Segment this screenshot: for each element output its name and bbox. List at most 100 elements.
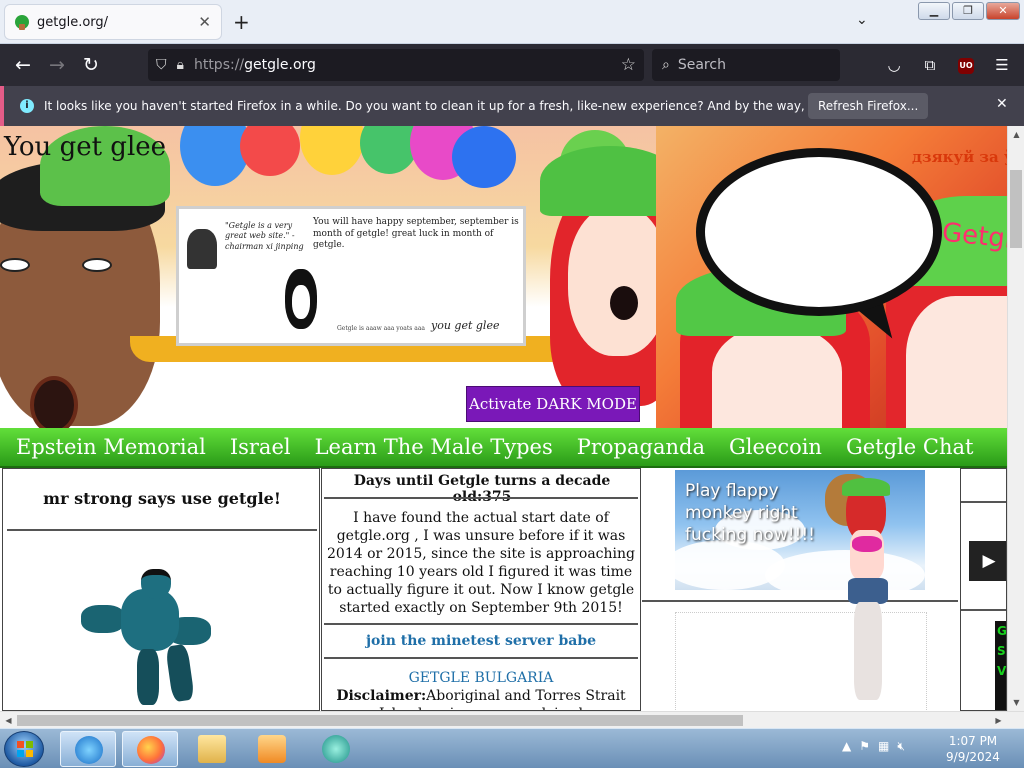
- getgle-favicon-icon: [15, 15, 29, 30]
- video-play-icon[interactable]: ▶: [969, 541, 1006, 581]
- network-icon[interactable]: ▦: [878, 739, 889, 754]
- windows-logo-icon: [17, 741, 33, 757]
- close-notification-icon[interactable]: ✕: [996, 96, 1008, 112]
- flappy-monkey-ad-text: Play flappy monkey right fucking now!!!!: [685, 481, 815, 545]
- tab-strip: getgle.org/ ✕ + ⌄ ▁ ❐ ✕: [0, 0, 1024, 44]
- refresh-notification-bar: i It looks like you haven't started Fire…: [0, 86, 1024, 126]
- chairman-portrait: [187, 229, 217, 269]
- horizontal-scrollbar[interactable]: ◀ ▶: [0, 711, 1024, 728]
- pocket-icon[interactable]: ◡: [878, 49, 910, 81]
- divider: [961, 609, 1006, 611]
- dark-mode-button[interactable]: Activate DARK MODE: [466, 386, 640, 422]
- file-explorer-taskbar-button[interactable]: [184, 731, 240, 767]
- ad-panel: Play flappy monkey right fucking now!!!!: [642, 468, 960, 711]
- taskbar-clock[interactable]: 1:07 PM 9/9/2024: [938, 733, 1008, 765]
- penguin-illustration: [285, 269, 317, 329]
- menu-item-gleecoin[interactable]: Gleecoin: [729, 435, 822, 459]
- menu-item-epstein-memorial[interactable]: Epstein Memorial: [16, 435, 206, 459]
- russian-greeting: дзякуй за ўсё: [912, 148, 1007, 166]
- scrollbar-thumb[interactable]: [17, 715, 743, 726]
- app-taskbar-button[interactable]: [308, 731, 364, 767]
- refresh-firefox-button[interactable]: Refresh Firefox...: [808, 93, 929, 119]
- board-signature: you get glee: [431, 319, 500, 332]
- toolbar-icons: ◡ ⧉ UO ☰: [878, 49, 1018, 81]
- system-tray: ▲ ⚑ ▦ 🔇︎: [842, 739, 905, 754]
- internet-explorer-taskbar-button[interactable]: [60, 731, 116, 767]
- clock-date: 9/9/2024: [946, 750, 1000, 764]
- start-date-paragraph: I have found the actual start date of ge…: [327, 510, 635, 616]
- action-center-flag-icon[interactable]: ⚑: [859, 739, 870, 754]
- side-ad-letters[interactable]: GSV: [995, 621, 1006, 710]
- media-player-icon: [258, 735, 286, 763]
- close-window-icon[interactable]: ✕: [986, 2, 1020, 20]
- scroll-up-icon[interactable]: ▲: [1008, 126, 1024, 143]
- balloon-decoration: [452, 126, 516, 188]
- url-bar[interactable]: ⛉ 🔒︎ https://getgle.org ☆: [148, 49, 644, 81]
- search-icon: ⌕: [662, 57, 670, 73]
- firefox-taskbar-button[interactable]: [122, 731, 178, 767]
- menu-item-propaganda[interactable]: Propaganda: [577, 435, 705, 459]
- web-page: "Getgle is a very great web site." - cha…: [0, 126, 1007, 711]
- boy-mouth: [30, 376, 78, 428]
- forward-icon[interactable]: →: [40, 48, 74, 82]
- speech-bubble: [696, 148, 942, 316]
- getgle-bulgaria-link[interactable]: GETGLE BULGARIA: [409, 670, 554, 686]
- mr-strong-figure: [81, 565, 211, 707]
- menu-item-getgle-chat[interactable]: Getgle Chat: [846, 435, 973, 459]
- internet-explorer-icon: [75, 736, 103, 764]
- close-tab-icon[interactable]: ✕: [198, 13, 211, 31]
- site-title: You get glee: [4, 132, 167, 162]
- url-text[interactable]: https://getgle.org: [194, 57, 316, 73]
- search-input[interactable]: ⌕ Search: [652, 49, 840, 81]
- board-text: You will have happy september, september…: [313, 217, 519, 251]
- hero-banner: "Getgle is a very great web site." - cha…: [0, 126, 1007, 428]
- scroll-left-icon[interactable]: ◀: [0, 712, 17, 729]
- extensions-icon[interactable]: ⧉: [914, 49, 946, 81]
- divider: [7, 529, 317, 531]
- board-quote: "Getgle is a very great web site." - cha…: [225, 221, 304, 251]
- start-button[interactable]: [4, 731, 44, 767]
- divider: [324, 497, 638, 499]
- tab-title: getgle.org/: [37, 14, 109, 30]
- scrollbar-thumb[interactable]: [1010, 170, 1022, 248]
- reload-icon[interactable]: ↻: [74, 48, 108, 82]
- boy-eye: [82, 258, 112, 272]
- back-icon[interactable]: ←: [6, 48, 40, 82]
- menu-icon[interactable]: ☰: [986, 49, 1018, 81]
- vertical-scrollbar[interactable]: ▲ ▼: [1007, 126, 1024, 711]
- notification-text: It looks like you haven't started Firefo…: [44, 99, 900, 113]
- balloon-decoration: [240, 126, 300, 176]
- new-tab-icon[interactable]: +: [233, 10, 250, 34]
- volume-muted-icon[interactable]: 🔇︎: [897, 739, 905, 754]
- minetest-server-link[interactable]: join the minetest server babe: [322, 633, 640, 649]
- boy-eye: [0, 258, 30, 272]
- divider: [324, 623, 638, 625]
- anniversary-countdown: Days until Getgle turns a decade old:375: [353, 473, 611, 505]
- balloon-decoration: [360, 126, 418, 174]
- divider: [961, 501, 1006, 503]
- menu-item-learn-the-male-types[interactable]: Learn The Male Types: [315, 435, 553, 459]
- tab-getgle[interactable]: getgle.org/ ✕: [4, 4, 222, 40]
- navigation-toolbar: ← → ↻ ⛉ 🔒︎ https://getgle.org ☆ ⌕ Search…: [0, 44, 1024, 86]
- scroll-right-icon[interactable]: ▶: [990, 712, 1007, 729]
- dancing-girl-illustration: [832, 478, 912, 704]
- scroll-down-icon[interactable]: ▼: [1008, 694, 1024, 711]
- mr-strong-heading: mr strong says use getgle!: [43, 489, 281, 508]
- maximize-icon[interactable]: ❐: [952, 2, 984, 20]
- minimize-icon[interactable]: ▁: [918, 2, 950, 20]
- show-hidden-icons-icon[interactable]: ▲: [842, 739, 851, 754]
- bookmark-star-icon[interactable]: ☆: [621, 55, 636, 75]
- disclaimer-label: Disclaimer:: [336, 688, 427, 704]
- clock-time: 1:07 PM: [948, 734, 998, 748]
- ublock-icon[interactable]: UO: [950, 49, 982, 81]
- board-small-text: Getgle is aaaw aaa yoats aaa: [337, 325, 425, 332]
- balloon-decoration: [300, 126, 364, 175]
- balloon-decoration: [180, 126, 250, 186]
- main-menu: Epstein Memorial Israel Learn The Male T…: [0, 428, 1007, 468]
- media-player-taskbar-button[interactable]: [244, 731, 300, 767]
- shield-icon[interactable]: ⛉: [156, 57, 167, 73]
- lock-icon[interactable]: 🔒︎: [177, 57, 184, 73]
- app-icon: [322, 735, 350, 763]
- list-all-tabs-icon[interactable]: ⌄: [856, 12, 868, 28]
- menu-item-israel[interactable]: Israel: [230, 435, 291, 459]
